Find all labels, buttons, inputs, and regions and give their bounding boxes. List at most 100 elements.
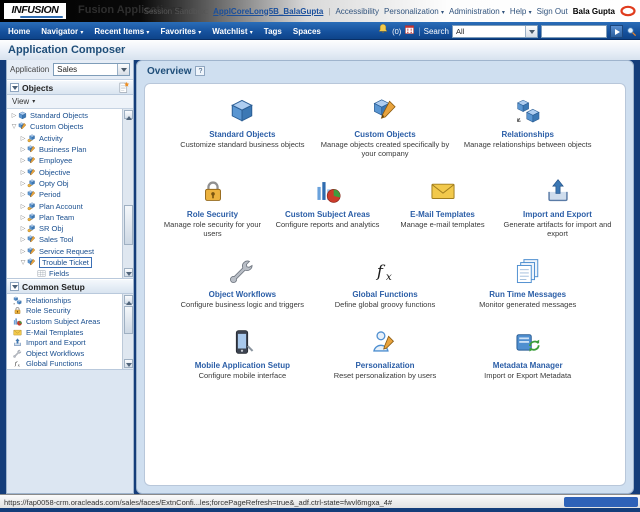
common-setup-title: Common Setup (22, 281, 85, 292)
advanced-search-icon[interactable] (626, 26, 637, 37)
accessibility-link[interactable]: Accessibility (335, 7, 379, 16)
overview-item-custom-subject-areas[interactable]: Custom Subject Areas Configure reports a… (270, 178, 385, 238)
scroll-down-button[interactable] (124, 268, 133, 277)
overview-item-object-workflows[interactable]: Object Workflows Configure business logi… (171, 258, 314, 309)
nav-home[interactable]: Home (8, 27, 30, 36)
overview-item-personalization[interactable]: Personalization Reset personalization by… (314, 329, 457, 380)
global-search-input[interactable] (541, 24, 607, 38)
tree-item-service-request[interactable]: ▷ Service Request (7, 246, 122, 257)
collapse-icon[interactable] (10, 83, 19, 92)
nav-spaces[interactable]: Spaces (293, 27, 321, 36)
nav-watchlist[interactable]: Watchlist ▾ (212, 27, 253, 36)
chevron-down-icon[interactable] (117, 64, 129, 75)
overview-item-role-security[interactable]: Role Security Manage role security for y… (155, 178, 270, 238)
tree-item-objective[interactable]: ▷ Objective (7, 166, 122, 177)
key-cube-icon (27, 134, 36, 143)
overview-item-global-functions[interactable]: Global Functions Define global groovy fu… (314, 258, 457, 309)
expand-icon[interactable]: ▷ (19, 248, 27, 255)
nav-tags[interactable]: Tags (264, 27, 282, 36)
expand-icon[interactable]: ▷ (10, 112, 18, 119)
overview-item-run-time-messages[interactable]: Run Time Messages Monitor generated mess… (456, 258, 599, 309)
overview-item-import-and-export[interactable]: Import and Export Generate artifacts for… (500, 178, 615, 238)
app-header: Application Composer (0, 40, 640, 60)
tree-item-activity[interactable]: ▷ Activity (7, 133, 122, 144)
common-setup-relationships[interactable]: Relationships (7, 295, 122, 306)
tree-item-employee[interactable]: ▷ Employee (7, 155, 122, 166)
administration-menu[interactable]: Administration ▾ (449, 7, 505, 16)
overview-item-relationships[interactable]: Relationships Manage relationships betwe… (456, 98, 599, 158)
tree-item-sales-tool[interactable]: ▷ Sales Tool (7, 234, 122, 245)
overview-item-metadata-manager[interactable]: Metadata Manager Import or Export Metada… (456, 329, 599, 380)
collapse-icon[interactable] (10, 282, 19, 291)
common-setup-email-templates[interactable]: E-Mail Templates (7, 327, 122, 338)
personalization-menu[interactable]: Personalization ▾ (384, 7, 444, 16)
objects-tree: ▷ Standard Objects ▽ Custom Objects ▷ Activ… (7, 109, 133, 279)
lock-icon (13, 306, 22, 315)
scroll-thumb[interactable] (124, 205, 133, 245)
common-setup-custom-subject-areas[interactable]: Custom Subject Areas (7, 316, 122, 327)
overview-item-email-templates[interactable]: E-Mail Templates Manage e-mail templates (385, 178, 500, 238)
common-setup-import-and-export[interactable]: Import and Export (7, 337, 122, 348)
expand-icon[interactable]: ▷ (19, 135, 27, 142)
nav-navigator[interactable]: Navigator ▾ (41, 27, 83, 36)
tree-item-opty-obj[interactable]: ▷ Opty Obj (7, 178, 122, 189)
nav-recent-items[interactable]: Recent Items ▾ (94, 27, 149, 36)
tree-item-fields[interactable]: Fields (7, 268, 122, 278)
wrench-icon (13, 349, 22, 358)
tree-item-trouble-ticket[interactable]: ▽ Trouble Ticket (7, 257, 122, 268)
cube-pencil-icon (27, 145, 36, 154)
session-sandbox-link[interactable]: ApplCoreLong5B_BalaGupta (213, 7, 323, 16)
expand-icon[interactable]: ▷ (19, 236, 27, 243)
common-setup-scrollbar[interactable] (122, 294, 133, 369)
nav-favorites[interactable]: Favorites ▾ (160, 27, 201, 36)
expand-icon[interactable]: ▷ (19, 169, 27, 176)
search-go-button[interactable] (610, 24, 623, 38)
scroll-up-button[interactable] (124, 295, 133, 305)
application-select[interactable]: Sales (53, 63, 130, 76)
metadata-sync-icon (515, 329, 541, 355)
tree-item-custom-objects[interactable]: ▽ Custom Objects (7, 121, 122, 132)
collapse-icon[interactable]: ▽ (19, 259, 27, 266)
calendar-icon[interactable] (404, 22, 415, 40)
fx-icon (13, 359, 22, 368)
search-scope-select[interactable]: All (452, 24, 538, 38)
help-menu[interactable]: Help ▾ (510, 7, 532, 16)
expand-icon[interactable]: ▷ (19, 146, 27, 153)
tree-item-period[interactable]: ▷ Period (7, 189, 122, 200)
common-setup-role-security[interactable]: Role Security (7, 306, 122, 317)
expand-icon[interactable]: ▷ (19, 180, 27, 187)
sign-out-link[interactable]: Sign Out (537, 7, 568, 16)
new-object-icon[interactable] (117, 81, 130, 94)
tree-scrollbar[interactable] (122, 109, 133, 278)
user-name: Bala Gupta (572, 6, 615, 16)
scroll-up-button[interactable] (124, 110, 133, 120)
chevron-down-icon: ▾ (32, 99, 36, 105)
search-label: Search (423, 26, 449, 36)
common-setup-object-workflows[interactable]: Object Workflows (7, 348, 122, 359)
infusion-logo: INFUSION (4, 3, 66, 19)
tree-item-plan-account[interactable]: ▷ Plan Account (7, 200, 122, 211)
overview-item-mobile-application-setup[interactable]: Mobile Application Setup Configure mobil… (171, 329, 314, 380)
tree-item-standard-objects[interactable]: ▷ Standard Objects (7, 110, 122, 121)
expand-icon[interactable]: ▷ (19, 225, 27, 232)
tree-item-plan-team[interactable]: ▷ Plan Team (7, 212, 122, 223)
tree-item-sr-obj[interactable]: ▷ SR Obj (7, 223, 122, 234)
expand-icon[interactable]: ▷ (19, 191, 27, 198)
key-cube-icon (27, 213, 36, 222)
view-menu[interactable]: View ▾ (7, 95, 133, 109)
expand-icon[interactable]: ▷ (19, 203, 27, 210)
help-icon[interactable]: ? (195, 66, 206, 76)
scroll-thumb[interactable] (124, 306, 133, 334)
overview-item-custom-objects[interactable]: Custom Objects Manage objects created sp… (314, 98, 457, 158)
cube-pencil-icon (27, 168, 36, 177)
collapse-icon[interactable]: ▽ (10, 123, 18, 130)
tree-item-business-plan[interactable]: ▷ Business Plan (7, 144, 122, 155)
scroll-down-button[interactable] (124, 359, 133, 368)
overview-item-standard-objects[interactable]: Standard Objects Customize standard busi… (171, 98, 314, 158)
overview-panel: Standard Objects Customize standard busi… (144, 83, 626, 486)
chevron-down-icon[interactable] (525, 25, 537, 37)
notifications-bell-icon[interactable] (377, 22, 389, 40)
expand-icon[interactable]: ▷ (19, 214, 27, 221)
common-setup-global-functions[interactable]: Global Functions (7, 359, 122, 369)
expand-icon[interactable]: ▷ (19, 157, 27, 164)
